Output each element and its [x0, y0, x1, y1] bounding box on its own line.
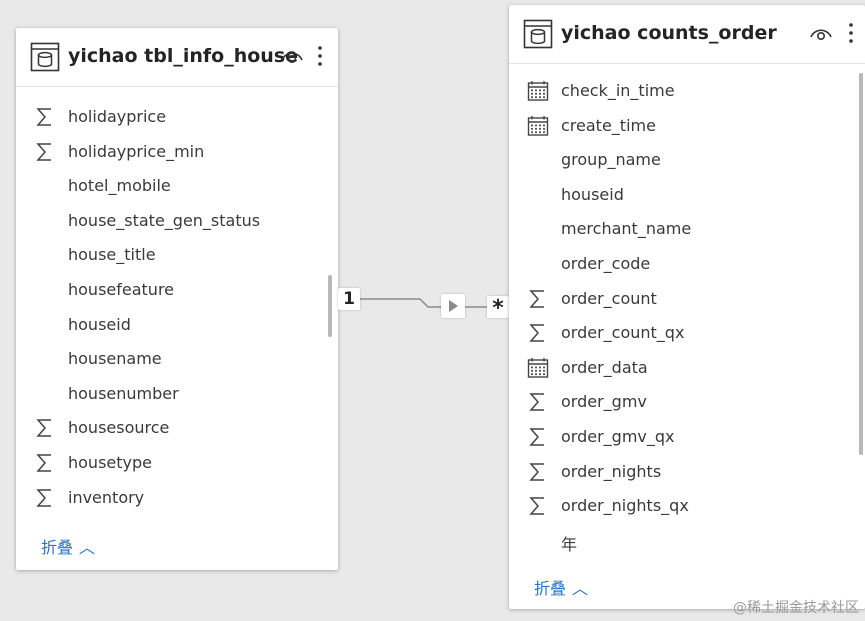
sum-icon	[529, 393, 544, 412]
scrollbar[interactable]	[328, 275, 332, 337]
more-options-icon[interactable]	[316, 44, 324, 68]
field-row[interactable]: housename	[16, 342, 338, 377]
collapse-link[interactable]: 折叠 ︿	[41, 534, 95, 558]
sum-icon	[529, 428, 544, 446]
field-name: merchant_name	[561, 219, 692, 239]
field-row[interactable]: housefeature	[16, 273, 338, 308]
field-name: order_nights_qx	[561, 496, 689, 516]
filter-direction-arrow-icon[interactable]	[441, 294, 465, 318]
field-name: hotel_mobile	[68, 176, 171, 196]
table-card-tbl-info-house[interactable]: yichao tbl_info_house holidayprice holida…	[16, 28, 338, 570]
calendar-icon	[527, 81, 549, 101]
field-row[interactable]: order_gmv	[509, 385, 865, 420]
field-name: create_time	[561, 115, 656, 135]
field-name: houseid	[68, 314, 131, 334]
field-row[interactable]: housesource	[16, 411, 338, 446]
sum-icon	[529, 289, 544, 308]
sum-icon	[529, 462, 544, 481]
field-row[interactable]: order_nights_qx	[509, 489, 865, 524]
field-name: holidayprice	[68, 107, 167, 126]
field-list: check_in_time create_time group_namehousei…	[509, 74, 865, 558]
field-name: 年	[561, 534, 578, 554]
field-name: house_state_gen_status	[68, 210, 261, 230]
card-header: yichao counts_order	[509, 5, 865, 64]
field-row[interactable]: housetype	[16, 446, 338, 481]
field-name: order_count_qx	[561, 323, 685, 343]
field-row[interactable]: create_time	[509, 109, 865, 144]
card-header: yichao tbl_info_house	[16, 28, 338, 87]
field-row[interactable]: house_title	[16, 238, 338, 273]
sum-icon	[529, 324, 544, 342]
sum-icon	[36, 142, 51, 161]
field-name: house_title	[68, 245, 156, 265]
field-row[interactable]: housenumber	[16, 377, 338, 412]
field-name: housefeature	[68, 279, 175, 299]
cardinality-one-label[interactable]: 1	[338, 288, 360, 310]
field-row[interactable]: inventory	[16, 481, 338, 516]
field-name: houseid	[561, 184, 624, 204]
field-name: order_gmv	[561, 392, 647, 412]
field-name: housetype	[68, 452, 152, 472]
field-name: inventory	[68, 487, 145, 507]
calendar-icon	[527, 357, 549, 378]
collapse-label: 折叠	[534, 579, 567, 598]
chevron-up-icon: ︿	[79, 538, 96, 557]
field-name: holidayprice_min	[68, 141, 205, 161]
eye-icon[interactable]	[280, 48, 304, 66]
eye-icon[interactable]	[809, 25, 833, 43]
field-row[interactable]: 年	[509, 524, 865, 559]
field-name: check_in_time	[561, 81, 675, 100]
sum-icon	[36, 454, 51, 472]
sum-icon	[529, 497, 544, 515]
field-name: housenumber	[68, 383, 179, 403]
field-name: order_gmv_qx	[561, 426, 675, 446]
field-row[interactable]: order_count	[509, 282, 865, 317]
more-options-icon[interactable]	[847, 21, 855, 45]
field-row[interactable]: merchant_name	[509, 212, 865, 247]
table-title: yichao tbl_info_house	[68, 45, 299, 67]
table-icon	[30, 42, 60, 72]
field-row[interactable]: houseid	[16, 308, 338, 343]
field-row[interactable]: order_nights	[509, 455, 865, 490]
collapse-link[interactable]: 折叠 ︿	[534, 575, 588, 599]
field-row[interactable]: order_count_qx	[509, 316, 865, 351]
field-row[interactable]: holidayprice	[16, 100, 338, 135]
field-row[interactable]: order_code	[509, 247, 865, 282]
cardinality-many-label[interactable]: *	[487, 296, 509, 321]
sum-icon	[36, 108, 51, 126]
field-name: housename	[68, 349, 162, 369]
calendar-icon	[527, 115, 549, 136]
field-row[interactable]: house_state_gen_status	[16, 204, 338, 239]
field-row[interactable]: houseid	[509, 178, 865, 213]
table-title: yichao counts_order	[561, 22, 777, 44]
watermark: @稀土掘金技术社区	[733, 600, 859, 616]
sum-icon	[36, 419, 51, 438]
field-row[interactable]: order_gmv_qx	[509, 420, 865, 455]
field-row[interactable]: hotel_mobile	[16, 169, 338, 204]
field-name: housesource	[68, 418, 170, 438]
field-name: order_nights	[561, 461, 662, 481]
scrollbar[interactable]	[859, 73, 863, 455]
field-list: holidayprice holidayprice_min hotel_mobile…	[16, 100, 338, 515]
sum-icon	[36, 488, 51, 507]
collapse-label: 折叠	[41, 538, 74, 557]
field-name: order_data	[561, 357, 648, 377]
field-row[interactable]: check_in_time	[509, 74, 865, 109]
field-name: group_name	[561, 150, 661, 170]
field-row[interactable]: order_data	[509, 351, 865, 386]
field-row[interactable]: group_name	[509, 143, 865, 178]
table-icon	[523, 19, 553, 49]
table-card-counts-order[interactable]: yichao counts_order check_in_time create_…	[509, 5, 865, 609]
chevron-up-icon: ︿	[572, 579, 589, 598]
field-name: order_code	[561, 253, 651, 273]
field-name: order_count	[561, 288, 657, 308]
field-row[interactable]: holidayprice_min	[16, 135, 338, 170]
